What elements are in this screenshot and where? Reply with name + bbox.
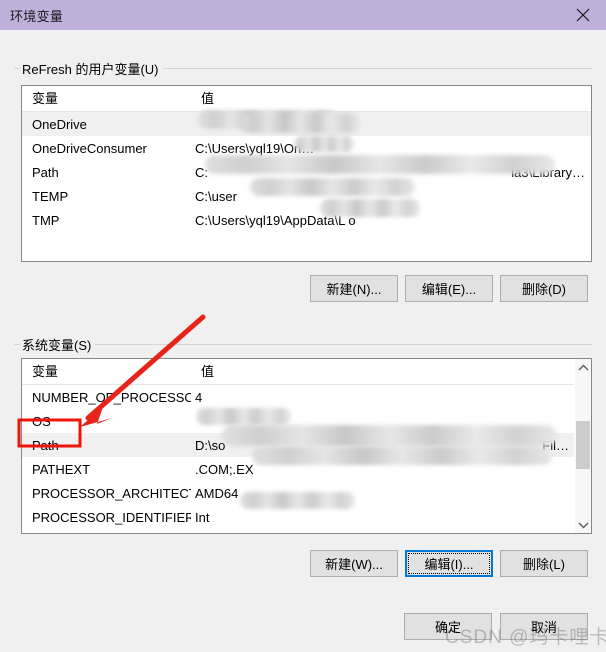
row-variable-name: PROCESSOR_IDENTIFIER [32,509,191,525]
user-new-label: 新建(N)... [326,282,382,297]
user-edit-button[interactable]: 编辑(E)... [405,275,493,302]
system-variables-legend: 系统变量(S) [20,335,96,354]
row-variable-name: OneDriveConsumer [32,140,147,156]
row-variable-value: .COM;.EX [195,461,254,477]
row-variable-name: TEMP [32,188,69,204]
system-edit-button[interactable]: 编辑(I)... [405,550,493,577]
table-row[interactable]: Path D:\so Fil… [22,433,591,457]
user-edit-label: 编辑(E)... [421,282,477,297]
row-variable-value: D:\so Fil… [191,438,591,453]
row-variable-name: Path [32,164,59,180]
table-row[interactable]: PROCESSOR_IDENTIFIER Int [22,505,591,529]
row-variable-value: 6 [191,534,591,535]
row-variable-value: C: la3\Library… [191,165,591,180]
system-delete-label: 删除(L) [523,557,565,572]
row-variable-value: C:\Users\yql19\On… [195,140,315,156]
close-button[interactable] [560,0,606,30]
title-bar: 环境变量 [0,0,606,30]
window-title: 环境变量 [10,8,64,24]
table-row[interactable]: TMP C:\Users\yql19\AppData\L o [22,208,591,232]
row-variable-value: C:\Users\yql19\AppData\L o [195,212,356,228]
user-column-value[interactable]: 值 [191,86,571,112]
chevron-down-icon[interactable] [575,516,591,533]
system-list-header: 变量 值 [22,359,591,385]
row-variable-name: PROCESSOR_ARCHITECT… [32,485,191,501]
user-column-name[interactable]: 变量 [22,86,191,112]
scrollbar-thumb[interactable] [576,421,590,469]
user-list-rows: OneDrive Drive OneDriveConsumer C:\Users… [22,112,591,232]
system-list-rows: NUMBER_OF_PROCESSORS 4 OS Path D:\so Fil… [22,385,591,535]
system-edit-label: 编辑(I)... [424,557,474,572]
user-variables-legend: ReFresh 的用户变量(U) [20,59,163,78]
row-variable-value: Int [195,509,210,525]
row-variable-value: 4 [195,389,203,405]
row-value-text: D:\so [195,437,226,453]
table-row[interactable]: PATHEXT .COM;.EX [22,457,591,481]
table-row[interactable]: OS [22,409,591,433]
system-new-button[interactable]: 新建(W)... [310,550,398,577]
table-row[interactable]: OneDriveConsumer C:\Users\yql19\On… [22,136,591,160]
row-variable-name: OS [32,413,51,429]
ok-label: 确定 [434,620,461,635]
user-list-header: 变量 值 [22,86,591,112]
row-variable-name: PROCESSOR_LEVEL [22,534,191,535]
user-new-button[interactable]: 新建(N)... [310,275,398,302]
system-variables-list[interactable]: 变量 值 NUMBER_OF_PROCESSORS 4 OS Path D:\s… [21,358,592,534]
system-list-scrollbar[interactable] [574,359,591,533]
row-variable-name: NUMBER_OF_PROCESSORS [32,389,191,405]
environment-variables-dialog: 环境变量 ReFresh 的用户变量(U) 变量 值 OneDrive Driv [0,0,606,652]
row-variable-value: C:\user [195,188,237,204]
group-top-line [14,344,592,345]
cancel-label: 取消 [530,620,557,635]
row-variable-value: AMD64 [195,485,239,501]
user-delete-label: 删除(D) [521,282,567,297]
system-column-name[interactable]: 变量 [22,359,191,385]
system-new-label: 新建(W)... [325,557,383,572]
row-value-tail: Fil… [542,437,569,453]
table-row[interactable]: OneDrive Drive [22,112,591,136]
csdn-watermark: CSDN @玛卡哩卡 [445,627,606,648]
row-variable-name: Path [32,437,59,453]
system-column-value[interactable]: 值 [191,359,554,385]
chevron-up-icon[interactable] [575,359,591,376]
row-variable-name: TMP [32,212,60,228]
row-variable-name: OneDrive [32,116,87,132]
row-value-text: C: [195,164,208,180]
row-variable-name: PATHEXT [32,461,91,477]
user-variables-list[interactable]: 变量 值 OneDrive Drive OneDriveConsumer C:\… [21,85,592,262]
row-value-tail: la3\Library… [511,164,585,180]
table-row[interactable]: TEMP C:\user [22,184,591,208]
table-row[interactable]: PROCESSOR_ARCHITECT… AMD64 [22,481,591,505]
system-delete-button[interactable]: 删除(L) [500,550,588,577]
user-delete-button[interactable]: 删除(D) [500,275,588,302]
table-row[interactable]: NUMBER_OF_PROCESSORS 4 [22,385,591,409]
table-row[interactable]: Path C: la3\Library… [22,160,591,184]
table-row[interactable]: PROCESSOR_LEVEL 6 [22,529,591,535]
close-icon [576,8,590,22]
